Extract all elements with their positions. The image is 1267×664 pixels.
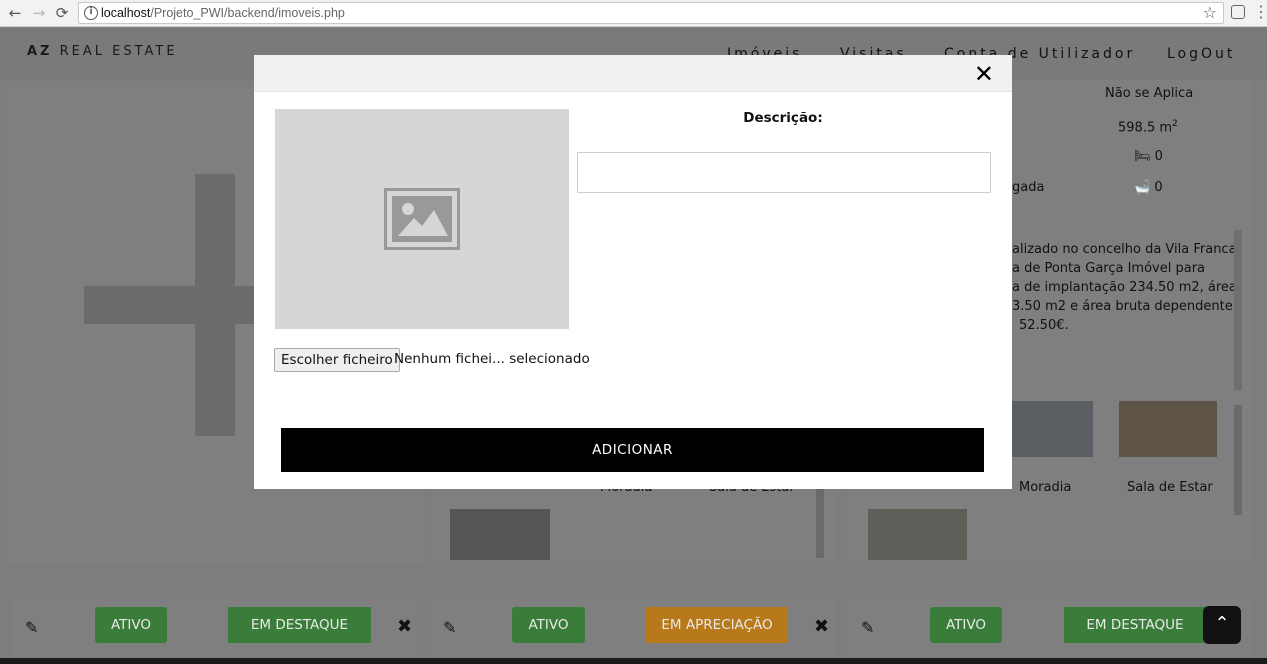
bath-icon: 🛁: [1134, 180, 1155, 195]
url-path: /Projeto_PWI/backend/imoveis.php: [150, 6, 345, 20]
nav-logout[interactable]: LogOut: [1167, 46, 1235, 62]
browser-toolbar: ← → ⟳ i localhost/Projeto_PWI/backend/im…: [0, 0, 1267, 27]
partial-label: gada: [1012, 180, 1045, 195]
edit-icon[interactable]: ✎: [25, 618, 38, 637]
scroll-to-top-button[interactable]: ⌃: [1203, 606, 1241, 644]
choose-file-button[interactable]: Escolher ficheiro: [274, 348, 400, 372]
edit-icon[interactable]: ✎: [861, 618, 874, 637]
back-icon[interactable]: ←: [6, 4, 24, 22]
bath-value: 0: [1154, 180, 1163, 195]
bed-value: 0: [1154, 149, 1163, 164]
bathrooms-count: 🛁 0: [1134, 178, 1163, 197]
photo-caption: Sala de Estar: [1127, 480, 1213, 495]
bedrooms-count: 🛏 0: [1134, 147, 1163, 166]
area-sup: 2: [1172, 119, 1178, 129]
forward-icon[interactable]: →: [30, 4, 48, 22]
close-icon[interactable]: ✕: [974, 61, 994, 87]
status-ativo-button[interactable]: ATIVO: [930, 607, 1002, 643]
add-photo-modal: ✕ Descrição: Escolher ficheiro Nenhum fi…: [254, 55, 1012, 489]
photo-thumb[interactable]: [1012, 401, 1093, 457]
bottom-strip: [0, 658, 1267, 664]
photo-caption: Moradia: [1019, 480, 1072, 495]
browser-menu-icon[interactable]: ⋮: [1253, 2, 1267, 22]
description-line: alizado no concelho da Vila Franca: [1012, 242, 1237, 257]
description-label: Descrição:: [743, 110, 823, 126]
description-line: 3.50 m2 e área bruta dependente: [1012, 299, 1233, 314]
status-apreciacao-button[interactable]: EM APRECIAÇÃO: [646, 607, 788, 643]
extension-icon[interactable]: [1231, 5, 1245, 19]
scrollbar[interactable]: [1234, 405, 1242, 515]
brand-logo[interactable]: AZ REAL ESTATE: [27, 44, 178, 59]
photo-thumb[interactable]: [450, 509, 550, 560]
area-text: 598.5 m: [1118, 120, 1173, 136]
add-button[interactable]: ADICIONAR: [281, 428, 984, 472]
delete-icon[interactable]: ✖: [397, 616, 412, 637]
status-destaque-button[interactable]: EM DESTAQUE: [1064, 607, 1206, 643]
image-icon-fill: [392, 196, 452, 242]
image-placeholder-icon: [384, 188, 460, 250]
brand-rest: REAL ESTATE: [52, 44, 178, 59]
photo-thumb[interactable]: [1119, 401, 1217, 457]
status-ativo-button[interactable]: ATIVO: [95, 607, 167, 643]
edit-icon[interactable]: ✎: [443, 618, 456, 637]
property-area-value: 598.5 m2: [1118, 115, 1178, 137]
modal-header: ✕: [254, 55, 1012, 92]
address-bar[interactable]: i localhost/Projeto_PWI/backend/imoveis.…: [78, 2, 1224, 24]
brand-bold: AZ: [27, 44, 53, 59]
bed-icon: 🛏: [1134, 149, 1155, 164]
photo-thumb[interactable]: [868, 509, 967, 560]
image-icon-graphic: [392, 196, 452, 242]
bookmark-star-icon[interactable]: ☆: [1203, 3, 1217, 23]
url-host: localhost: [101, 6, 151, 20]
file-status-text: Nenhum fichei... selecionado: [394, 351, 590, 367]
reload-icon[interactable]: ⟳: [53, 4, 71, 22]
image-preview: [275, 109, 569, 329]
description-line: a de implantação 234.50 m2, área: [1012, 280, 1237, 295]
status-ativo-button[interactable]: ATIVO: [512, 607, 585, 643]
description-input[interactable]: [577, 152, 991, 193]
scrollbar[interactable]: [816, 488, 824, 558]
status-destaque-button[interactable]: EM DESTAQUE: [228, 607, 371, 643]
url-text: localhost/Projeto_PWI/backend/imoveis.ph…: [101, 5, 345, 21]
description-line: a de Ponta Garça Imóvel para: [1012, 261, 1206, 276]
delete-icon[interactable]: ✖: [814, 616, 829, 637]
info-icon[interactable]: i: [84, 6, 98, 20]
description-line: 52.50€.: [1019, 318, 1069, 333]
property-type-value: Não se Aplica: [1105, 86, 1194, 101]
plus-icon-horizontal: [84, 286, 264, 324]
scrollbar[interactable]: [1234, 230, 1242, 390]
